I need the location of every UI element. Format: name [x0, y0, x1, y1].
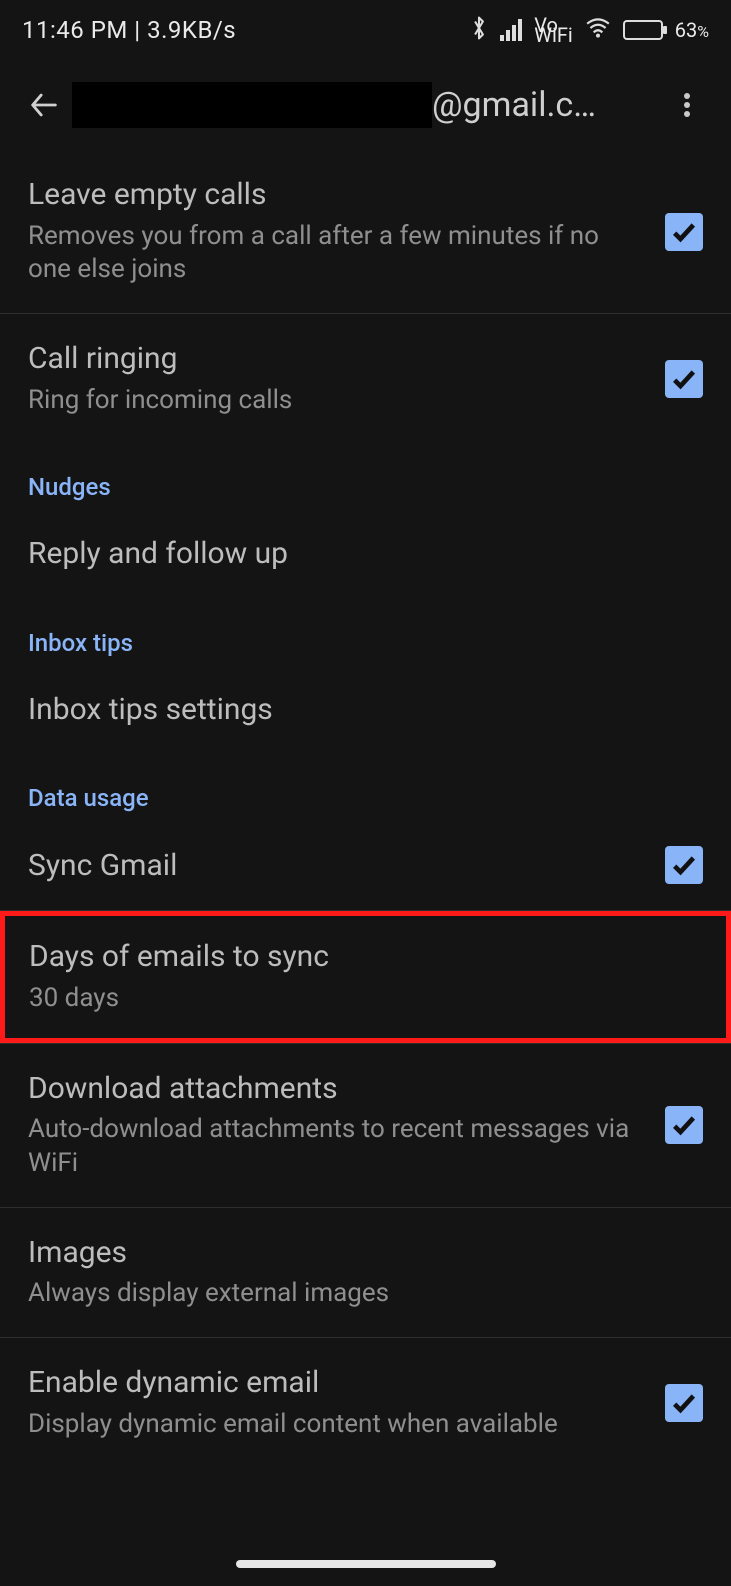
check-icon — [670, 1111, 698, 1139]
vowifi-icon: VoWiFi — [534, 20, 573, 40]
setting-inbox-tips-settings[interactable]: Inbox tips settings — [0, 665, 731, 755]
arrow-left-icon — [27, 88, 61, 122]
check-icon — [670, 1389, 698, 1417]
check-icon — [670, 851, 698, 879]
section-inbox-tips: Inbox tips — [0, 599, 731, 665]
overflow-menu-button[interactable] — [659, 77, 715, 133]
section-data-usage: Data usage — [0, 754, 731, 820]
settings-list: Leave empty calls Removes you from a cal… — [0, 150, 731, 1467]
more-vert-icon — [684, 90, 690, 120]
checkbox-download-attachments[interactable] — [665, 1106, 703, 1144]
setting-title: Days of emails to sync — [29, 938, 682, 976]
setting-subtitle: Ring for incoming calls — [28, 384, 645, 418]
setting-dynamic-email[interactable]: Enable dynamic email Display dynamic ema… — [0, 1338, 731, 1467]
checkbox-sync-gmail[interactable] — [665, 846, 703, 884]
annotation-highlight: Days of emails to sync 30 days — [0, 911, 731, 1042]
page-title-suffix: @gmail.c… — [432, 85, 596, 125]
status-icons: VoWiFi 63% — [470, 15, 709, 46]
app-bar: @gmail.c… — [0, 60, 731, 150]
setting-title: Reply and follow up — [28, 535, 683, 573]
setting-subtitle: Auto-download attachments to recent mess… — [28, 1113, 645, 1181]
setting-title: Call ringing — [28, 340, 645, 378]
setting-subtitle: 30 days — [29, 982, 682, 1016]
setting-title: Inbox tips settings — [28, 691, 683, 729]
setting-days-to-sync[interactable]: Days of emails to sync 30 days — [5, 916, 726, 1037]
setting-title: Enable dynamic email — [28, 1364, 645, 1402]
setting-call-ringing[interactable]: Call ringing Ring for incoming calls — [0, 314, 731, 443]
signal-icon — [500, 19, 522, 41]
setting-images[interactable]: Images Always display external images — [0, 1208, 731, 1337]
check-icon — [670, 218, 698, 246]
checkbox-leave-empty-calls[interactable] — [665, 213, 703, 251]
setting-reply-follow-up[interactable]: Reply and follow up — [0, 509, 731, 599]
setting-title: Images — [28, 1234, 683, 1272]
redacted-email — [72, 82, 432, 128]
bluetooth-icon — [470, 15, 488, 46]
wifi-icon — [585, 17, 611, 44]
section-nudges: Nudges — [0, 443, 731, 509]
setting-subtitle: Removes you from a call after a few minu… — [28, 220, 645, 288]
battery-icon — [623, 20, 663, 40]
setting-download-attachments[interactable]: Download attachments Auto-download attac… — [0, 1044, 731, 1207]
setting-subtitle: Always display external images — [28, 1277, 683, 1311]
nav-bar-handle[interactable] — [236, 1560, 496, 1568]
status-time: 11:46 PM | 3.9KB/s — [22, 16, 236, 44]
setting-title: Leave empty calls — [28, 176, 645, 214]
page-title: @gmail.c… — [72, 82, 659, 128]
setting-leave-empty-calls[interactable]: Leave empty calls Removes you from a cal… — [0, 150, 731, 313]
setting-sync-gmail[interactable]: Sync Gmail — [0, 820, 731, 910]
setting-subtitle: Display dynamic email content when avail… — [28, 1408, 645, 1442]
check-icon — [670, 365, 698, 393]
status-bar: 11:46 PM | 3.9KB/s VoWiFi 63% — [0, 0, 731, 60]
setting-title: Sync Gmail — [28, 847, 645, 885]
setting-title: Download attachments — [28, 1070, 645, 1108]
checkbox-call-ringing[interactable] — [665, 360, 703, 398]
battery-text: 63% — [675, 18, 709, 42]
back-button[interactable] — [16, 77, 72, 133]
checkbox-dynamic-email[interactable] — [665, 1384, 703, 1422]
